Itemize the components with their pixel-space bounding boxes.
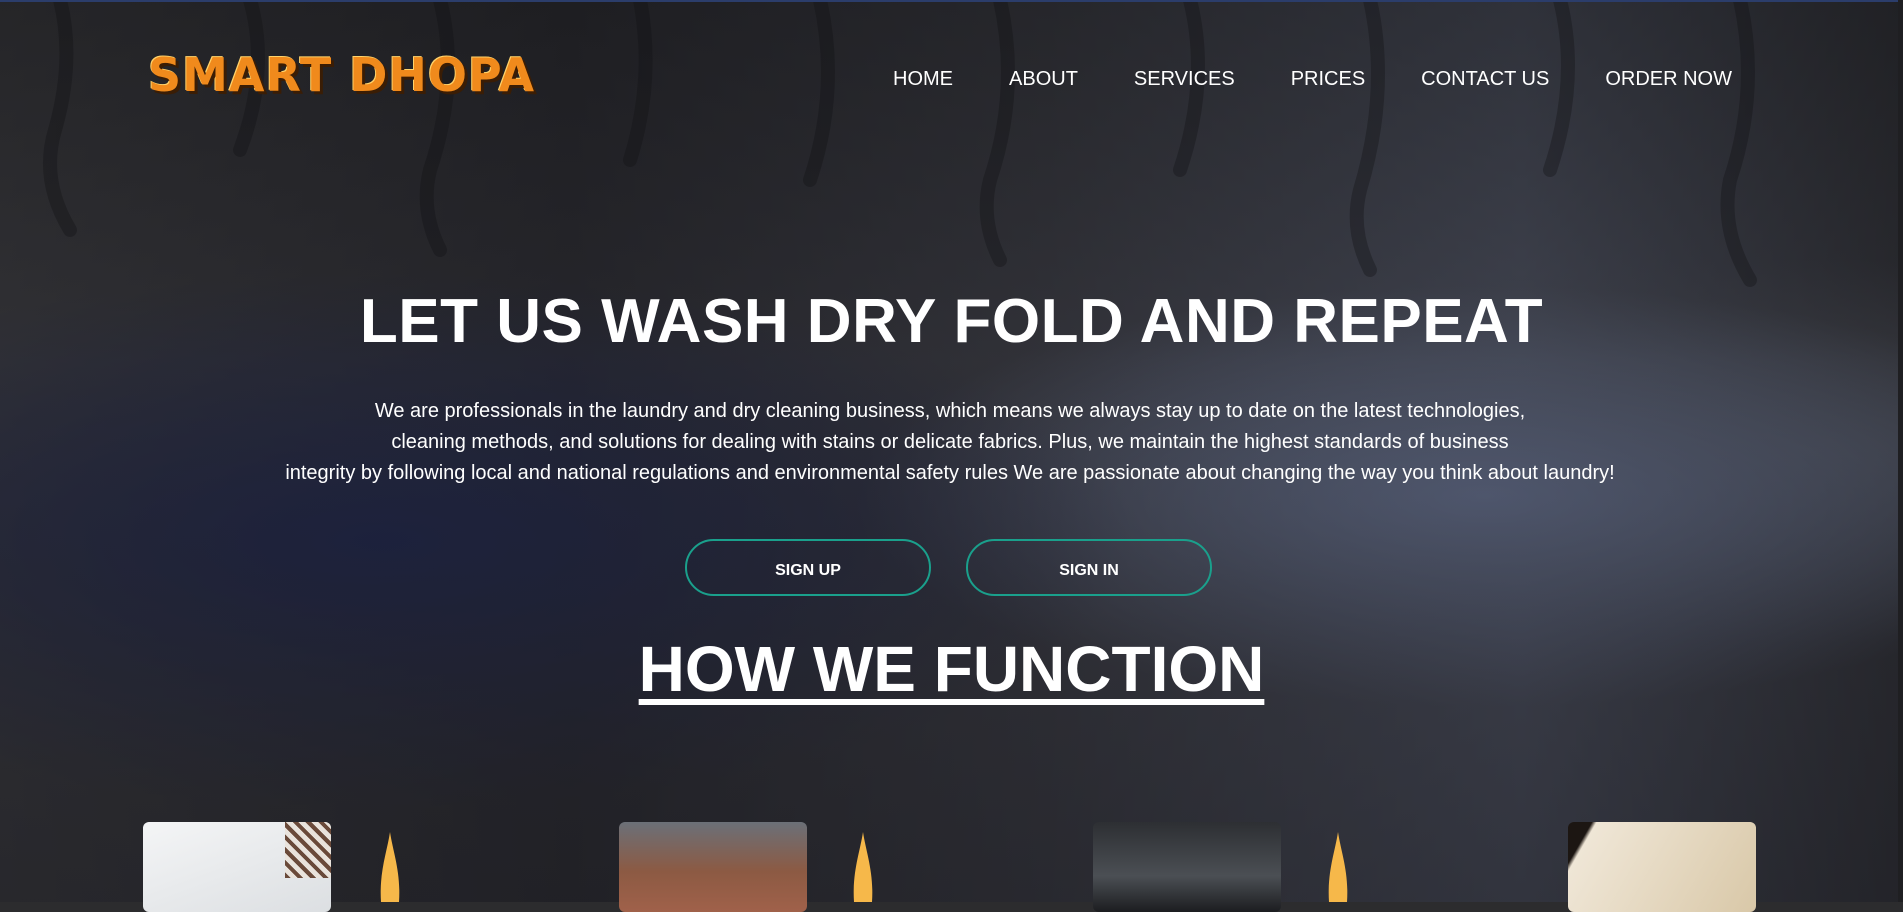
step-card-image	[1568, 822, 1756, 912]
hero-description-line: integrity by following local and nationa…	[285, 462, 1615, 484]
sign-in-button[interactable]: SIGN IN	[966, 539, 1212, 596]
main-nav: HOME ABOUT SERVICES PRICES CONTACT US OR…	[893, 68, 1732, 91]
step-card-image	[143, 822, 331, 912]
nav-contact-us[interactable]: CONTACT US	[1421, 68, 1549, 91]
hero-description-line: cleaning methods, and solutions for deal…	[391, 431, 1509, 453]
card-pattern	[285, 822, 331, 878]
sign-up-button[interactable]: SIGN UP	[685, 539, 931, 596]
arrow-icon	[852, 832, 874, 902]
nav-home[interactable]: HOME	[893, 68, 953, 91]
hero-title: LET US WASH DRY FOLD AND REPEAT	[359, 287, 1544, 356]
site-logo[interactable]: SMART DHOPA	[148, 48, 535, 102]
arrow-icon	[1327, 832, 1349, 902]
nav-about[interactable]: ABOUT	[1009, 68, 1078, 91]
hero-description-line: We are professionals in the laundry and …	[374, 400, 1526, 422]
step-card-image	[619, 822, 807, 912]
nav-services[interactable]: SERVICES	[1134, 68, 1235, 91]
site-header: SMART DHOPA HOME ABOUT SERVICES PRICES C…	[0, 0, 1903, 160]
hero-description: We are professionals in the laundry and …	[200, 396, 1700, 489]
nav-order-now[interactable]: ORDER NOW	[1605, 68, 1732, 91]
step-card-image	[1093, 822, 1281, 912]
how-we-function-heading: HOW WE FUNCTION	[638, 633, 1265, 705]
arrow-icon	[379, 832, 401, 902]
nav-prices[interactable]: PRICES	[1291, 68, 1365, 91]
